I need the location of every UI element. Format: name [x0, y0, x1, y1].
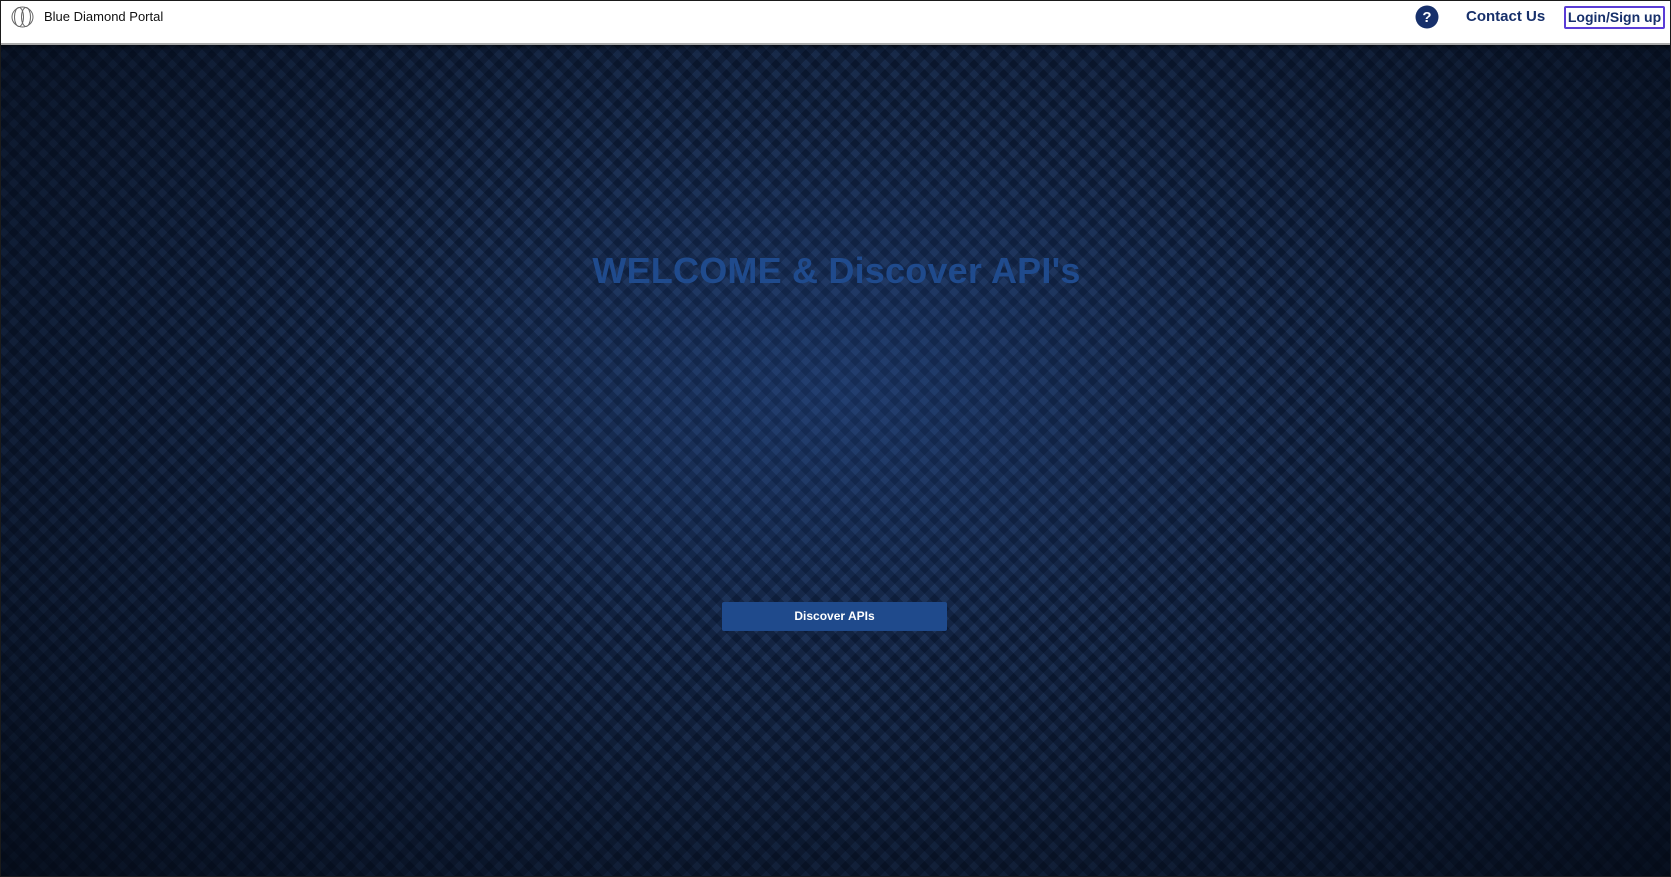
discover-apis-button[interactable]: Discover APIs: [722, 602, 947, 631]
top-header: Blue Diamond Portal ? Contact Us Login/S…: [1, 1, 1670, 45]
hero-section: WELCOME & Discover API's Discover APIs: [1, 45, 1670, 876]
question-circle-icon[interactable]: ?: [1415, 5, 1439, 29]
login-signup-button[interactable]: Login/Sign up: [1564, 6, 1665, 29]
contact-us-link[interactable]: Contact Us: [1466, 8, 1545, 25]
brand-name: Blue Diamond Portal: [44, 9, 164, 24]
oval-rings-logo-icon: [11, 6, 34, 28]
page: Blue Diamond Portal ? Contact Us Login/S…: [0, 0, 1671, 877]
svg-text:?: ?: [1422, 9, 1431, 26]
hero-title: WELCOME & Discover API's: [592, 250, 1081, 291]
